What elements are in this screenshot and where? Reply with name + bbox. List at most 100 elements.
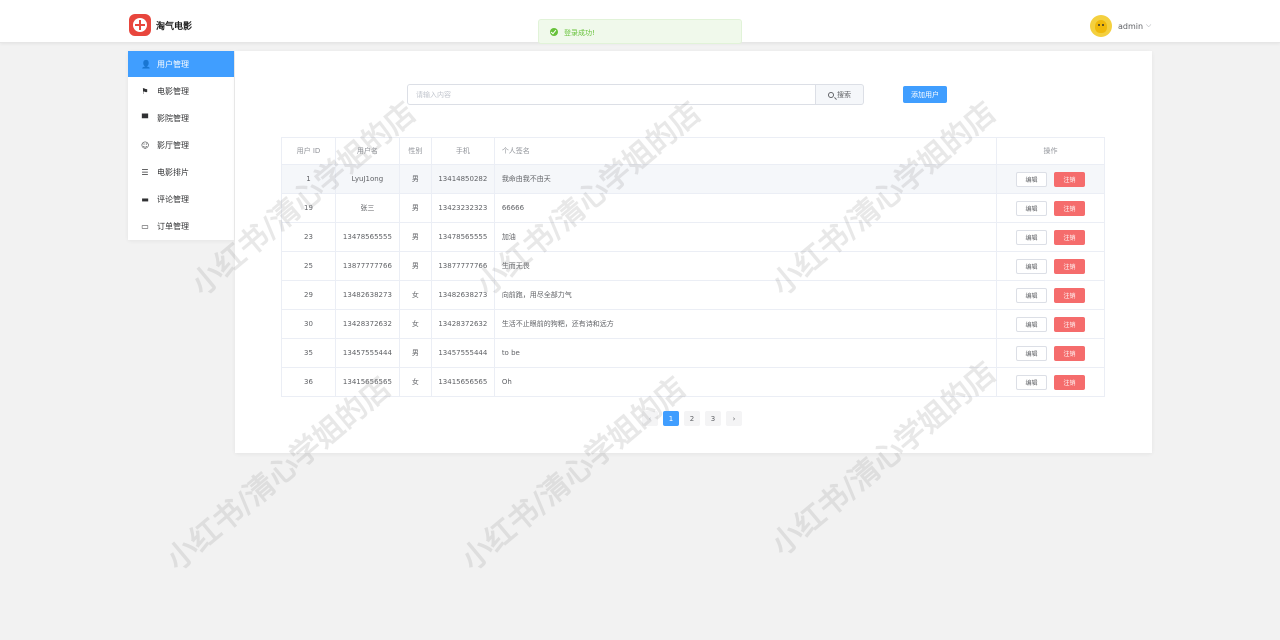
cell-phone: 13423232323 [431,193,495,223]
chevron-down-icon[interactable]: ⌵ [1146,21,1151,30]
cell-phone: 13414850282 [431,164,495,194]
cell-sex: 男 [399,222,432,252]
cell-id: 30 [281,309,336,339]
cell-id: 25 [281,251,336,281]
prev-page-button[interactable]: ‹ [642,411,658,426]
page-button-3[interactable]: 3 [705,411,721,426]
edit-button[interactable]: 编辑 [1016,316,1048,332]
cell-actions: 编辑 注销 [996,280,1105,310]
avatar[interactable] [1090,15,1112,37]
cell-phone: 13457555444 [431,338,495,368]
edit-button[interactable]: 编辑 [1016,229,1048,245]
table-row[interactable]: 35 13457555444 男 13457555444 to be 编辑 注销 [281,338,1105,368]
cell-actions: 编辑 注销 [996,251,1105,281]
sidebar-item-label: 电影排片 [157,167,189,177]
sidebar-item-2[interactable]: ▀ 影院管理 [128,105,234,131]
column-header-actions: 操作 [996,137,1105,165]
admin-username[interactable]: admin [1118,22,1143,31]
cell-actions: 编辑 注销 [996,367,1105,397]
delete-button[interactable]: 注销 [1054,374,1086,390]
page-button-1[interactable]: 1 [663,411,679,426]
column-header-username: 用户名 [335,137,400,165]
cell-phone: 13428372632 [431,309,495,339]
edit-button[interactable]: 编辑 [1016,171,1048,187]
cell-sex: 女 [399,280,432,310]
search-input[interactable] [407,84,816,105]
table-row[interactable]: 1 LyuJ1ong 男 13414850282 我命由我不由天 编辑 注销 [281,164,1105,194]
delete-button[interactable]: 注销 [1054,171,1086,187]
cell-username: 13457555444 [335,338,400,368]
cell-username: 13428372632 [335,309,400,339]
add-user-button[interactable]: 添加用户 [903,86,947,103]
page-button-2[interactable]: 2 [684,411,700,426]
success-check-icon [550,28,558,36]
ticket-icon: ▭ [141,221,149,231]
table-row[interactable]: 23 13478565555 男 13478565555 加油 编辑 注销 [281,222,1105,252]
column-header-phone: 手机 [431,137,495,165]
sidebar-item-6[interactable]: ▭ 订单管理 [128,213,234,239]
cell-phone: 13478565555 [431,222,495,252]
cell-sex: 女 [399,367,432,397]
sidebar-item-5[interactable]: ▬ 评论管理 [128,186,234,212]
sidebar-item-label: 影院管理 [157,113,189,123]
app-logo-icon [129,14,151,36]
flag-icon: ⚑ [141,86,149,96]
cell-actions: 编辑 注销 [996,164,1105,194]
toast-message: 登录成功! [564,29,595,37]
cell-id: 23 [281,222,336,252]
search-button-label: 搜索 [837,90,851,99]
sidebar-item-1[interactable]: ⚑ 电影管理 [128,78,234,104]
delete-button[interactable]: 注销 [1054,258,1086,274]
search-icon [828,91,834,98]
sidebar-item-label: 用户管理 [157,59,189,69]
cell-sex: 男 [399,338,432,368]
cell-actions: 编辑 注销 [996,338,1105,368]
table-row[interactable]: 36 13415656565 女 13415656565 Oh 编辑 注销 [281,367,1105,397]
edit-button[interactable]: 编辑 [1016,287,1048,303]
sidebar-item-label: 订单管理 [157,221,189,231]
cell-sex: 男 [399,193,432,223]
table-row[interactable]: 25 13877777766 男 13877777766 生而无畏 编辑 注销 [281,251,1105,281]
delete-button[interactable]: 注销 [1054,229,1086,245]
cell-signature: to be [494,338,998,368]
cell-username: LyuJ1ong [335,164,400,194]
app-title: 淘气电影 [156,22,193,32]
cell-signature: 加油 [494,222,998,252]
cell-phone: 13415656565 [431,367,495,397]
column-header-signature: 个人签名 [494,137,998,165]
cell-sex: 男 [399,164,432,194]
delete-button[interactable]: 注销 [1054,316,1086,332]
delete-button[interactable]: 注销 [1054,345,1086,361]
cell-id: 19 [281,193,336,223]
smile-icon: ☺ [141,140,150,150]
sidebar-item-label: 电影管理 [157,86,189,96]
sidebar-item-label: 影厅管理 [157,140,189,150]
table-row[interactable]: 19 张三男 13423232323 66666 编辑 注销 [281,193,1105,223]
next-page-button[interactable]: › [726,411,742,426]
sidebar-item-3[interactable]: ☺ 影厅管理 [128,132,234,158]
cell-username: 张三 [335,193,400,223]
cell-actions: 编辑 注销 [996,222,1105,252]
cell-phone: 13482638273 [431,280,495,310]
table-row[interactable]: 29 13482638273 女 13482638273 向前跑，用尽全部力气 编辑 注销 [281,280,1105,310]
user-icon: 👤 [141,59,151,69]
table-row[interactable]: 30 13428372632 女 13428372632 生活不止眼前的狗粑，还有诗和远… [281,309,1105,339]
pagination: ‹ 1 2 3 › [642,411,742,426]
edit-button[interactable]: 编辑 [1016,374,1048,390]
edit-button[interactable]: 编辑 [1016,200,1048,216]
cell-username: 13482638273 [335,280,400,310]
column-header-id: 用户 ID [281,137,336,165]
list-icon: ☰ [141,167,149,177]
delete-button[interactable]: 注销 [1054,287,1086,303]
cell-username: 13478565555 [335,222,400,252]
cell-id: 29 [281,280,336,310]
cell-actions: 编辑 注销 [996,309,1105,339]
search-button[interactable]: 搜索 [816,84,864,105]
edit-button[interactable]: 编辑 [1016,258,1048,274]
sidebar-item-0[interactable]: 👤 用户管理 [128,51,234,77]
cell-id: 36 [281,367,336,397]
delete-button[interactable]: 注销 [1054,200,1086,216]
sidebar-item-4[interactable]: ☰ 电影排片 [128,159,234,185]
cell-username: 13877777766 [335,251,400,281]
edit-button[interactable]: 编辑 [1016,345,1048,361]
